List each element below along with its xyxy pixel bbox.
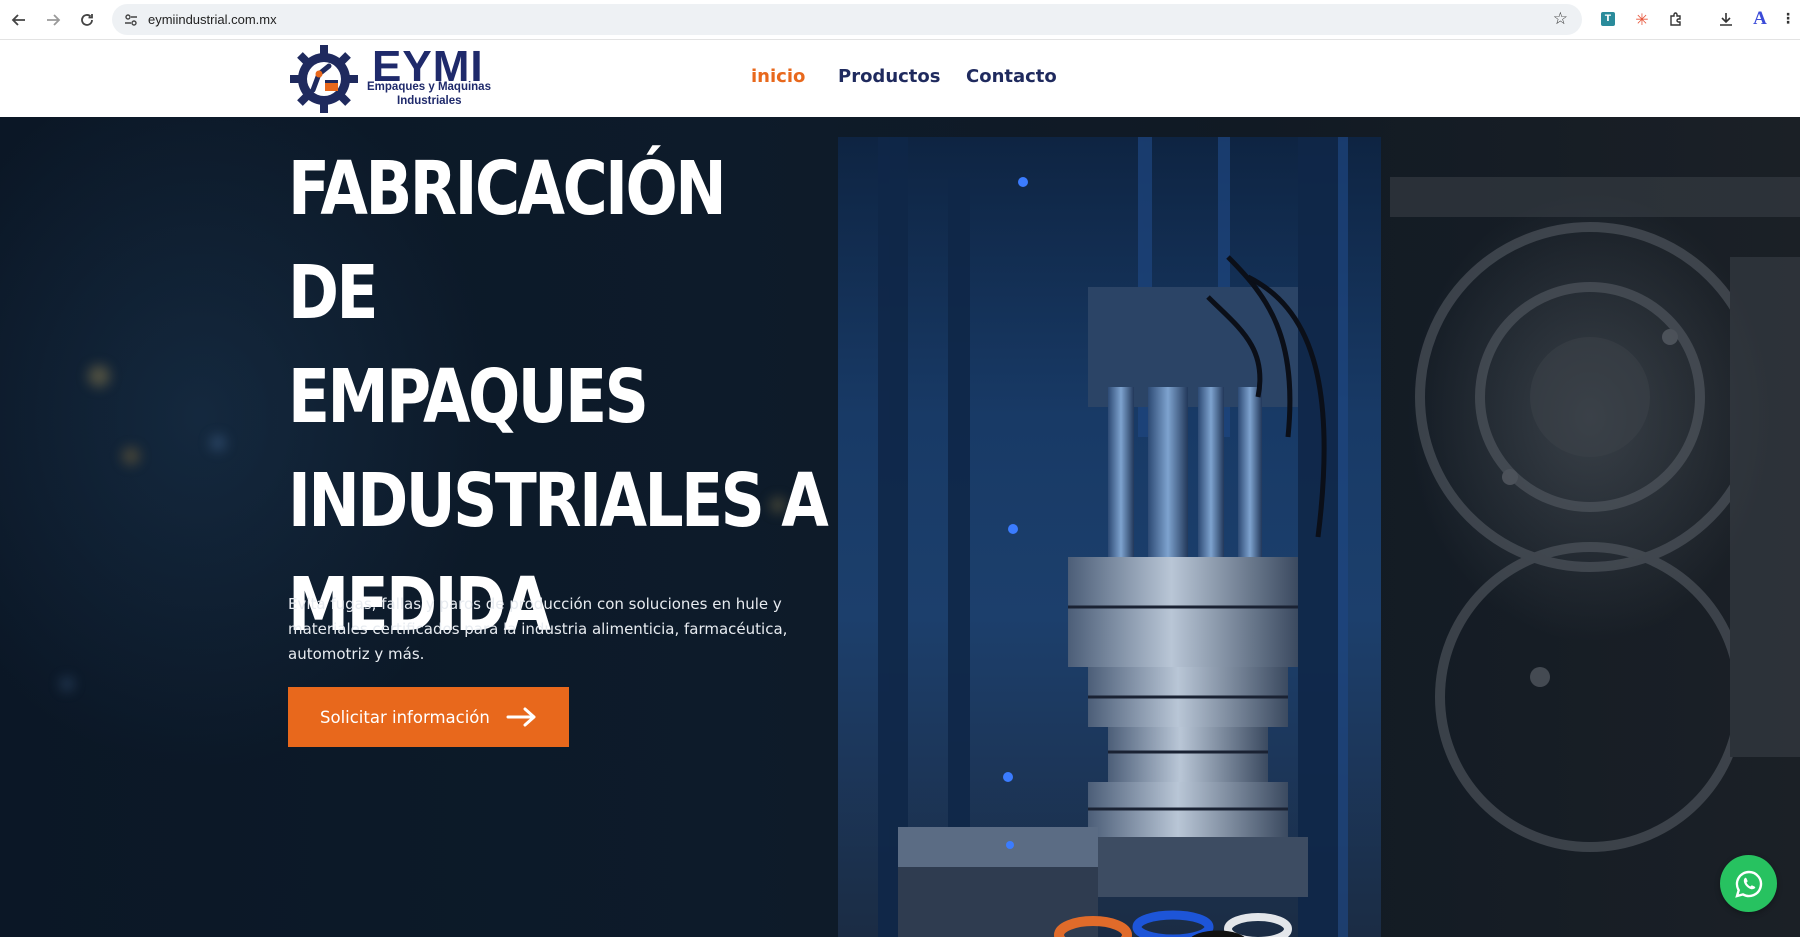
profile-icon[interactable]: A — [1748, 7, 1772, 31]
hero-title-line: EMPAQUES — [288, 354, 649, 440]
reload-icon[interactable] — [70, 3, 104, 37]
site-header: EYMI Empaques y Maquinas Industriales in… — [0, 40, 1800, 117]
nav-item-productos[interactable]: Productos — [838, 66, 941, 87]
browser-toolbar: eymiindustrial.com.mx ☆ T ✳ A ⋮ — [0, 0, 1800, 40]
hero-title-line: FABRICACIÓN DE — [288, 146, 727, 336]
hero-machine-image — [838, 137, 1381, 937]
request-info-label: Solicitar información — [320, 707, 490, 727]
extension-icon[interactable]: ✳ — [1630, 7, 1654, 31]
site-info-icon[interactable] — [116, 5, 146, 35]
arrow-right-icon — [506, 707, 536, 727]
hero-description: Evita fugas, fallas y paros de producció… — [288, 595, 788, 663]
downloads-icon[interactable] — [1714, 7, 1738, 31]
logo-subtitle: Empaques y Maquinas — [367, 81, 491, 93]
nav-item-contacto[interactable]: Contacto — [966, 66, 1057, 87]
address-bar[interactable]: eymiindustrial.com.mx ☆ — [112, 4, 1582, 35]
nav-item-inicio[interactable]: inicio — [751, 66, 805, 87]
forward-icon[interactable] — [36, 3, 70, 37]
bookmark-star-icon[interactable]: ☆ — [1553, 9, 1568, 29]
hero-title-line: INDUSTRIALES A — [288, 458, 829, 544]
gear-logo-icon — [290, 45, 358, 113]
back-icon[interactable] — [2, 3, 36, 37]
logo[interactable]: EYMI Empaques y Maquinas Industriales — [287, 42, 497, 116]
whatsapp-chat-button[interactable] — [1720, 855, 1777, 912]
hero-content: FABRICACIÓN DE EMPAQUES INDUSTRIALES A M… — [288, 137, 829, 747]
extension-icon[interactable]: T — [1596, 7, 1620, 31]
hero-title: FABRICACIÓN DE EMPAQUES INDUSTRIALES A M… — [288, 137, 829, 657]
hero-section: FABRICACIÓN DE EMPAQUES INDUSTRIALES A M… — [0, 117, 1800, 937]
extensions-puzzle-icon[interactable] — [1664, 7, 1688, 31]
url-text: eymiindustrial.com.mx — [148, 12, 277, 27]
request-info-button[interactable]: Solicitar información — [288, 687, 569, 747]
logo-subtitle: Industriales — [397, 95, 462, 107]
menu-icon[interactable]: ⋮ — [1776, 7, 1800, 31]
whatsapp-icon — [1734, 870, 1762, 898]
background-machine-image — [1390, 177, 1800, 852]
